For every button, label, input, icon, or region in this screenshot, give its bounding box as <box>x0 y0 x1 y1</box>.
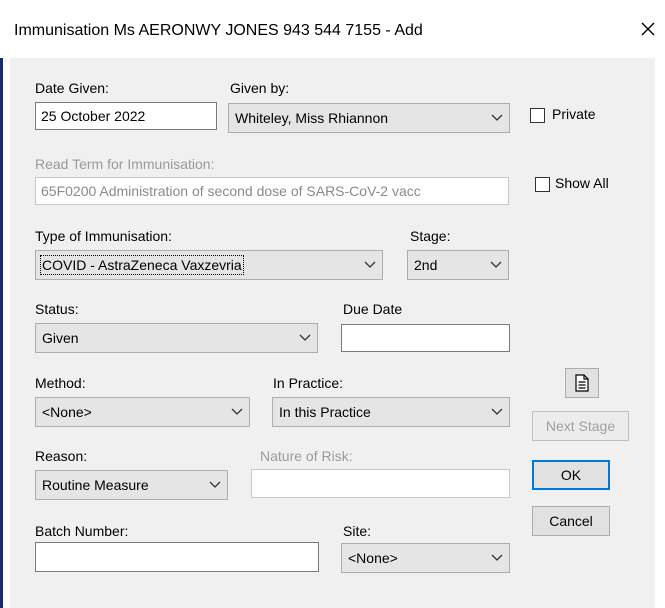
in-practice-label: In Practice: <box>273 375 344 391</box>
window-accent-border <box>0 0 3 608</box>
chevron-down-icon <box>485 398 509 426</box>
show-all-checkbox[interactable] <box>535 177 550 192</box>
reason-label: Reason: <box>35 448 88 464</box>
chevron-down-icon <box>358 251 382 279</box>
chevron-down-icon <box>485 544 509 572</box>
type-of-immunisation-value: COVID - AstraZeneca Vaxzevria <box>40 255 244 275</box>
given-by-label: Given by: <box>230 80 290 96</box>
immunisation-add-dialog: Immunisation Ms AERONWY JONES 943 544 71… <box>0 0 665 608</box>
read-term-label: Read Term for Immunisation: <box>35 156 215 172</box>
reason-value: Routine Measure <box>42 477 149 493</box>
show-all-label: Show All <box>555 175 609 191</box>
type-of-immunisation-label: Type of Immunisation: <box>35 228 172 244</box>
chevron-down-icon <box>293 324 317 352</box>
site-value: <None> <box>348 550 398 566</box>
private-label: Private <box>552 106 596 122</box>
site-select[interactable]: <None> <box>341 543 510 573</box>
date-given-input[interactable]: 25 October 2022 <box>35 102 217 130</box>
stage-select[interactable]: 2nd <box>407 250 509 280</box>
nature-of-risk-input <box>251 469 510 498</box>
chevron-down-icon <box>203 471 227 499</box>
reason-select[interactable]: Routine Measure <box>35 470 228 500</box>
given-by-select[interactable]: Whiteley, Miss Rhiannon <box>228 103 510 133</box>
ok-button[interactable]: OK <box>532 460 610 490</box>
batch-number-input[interactable] <box>35 542 319 572</box>
private-checkbox[interactable] <box>530 108 545 123</box>
date-given-label: Date Given: <box>35 80 109 96</box>
next-stage-button[interactable]: Next Stage <box>532 411 629 441</box>
cancel-button[interactable]: Cancel <box>532 506 610 536</box>
in-practice-select[interactable]: In this Practice <box>272 397 510 427</box>
site-label: Site: <box>343 523 372 539</box>
status-value: Given <box>42 330 79 346</box>
stage-value: 2nd <box>414 257 438 273</box>
document-button[interactable] <box>565 368 599 398</box>
title-bar[interactable]: Immunisation Ms AERONWY JONES 943 544 71… <box>0 0 665 58</box>
chevron-down-icon <box>225 398 249 426</box>
dialog-body: Date Given: 25 October 2022 Given by: Wh… <box>10 58 655 608</box>
method-value: <None> <box>42 404 92 420</box>
method-label: Method: <box>35 375 86 391</box>
given-by-value: Whiteley, Miss Rhiannon <box>235 110 389 126</box>
chevron-down-icon <box>484 251 508 279</box>
status-label: Status: <box>35 301 79 317</box>
due-date-label: Due Date <box>343 301 403 317</box>
read-term-input: 65F0200 Administration of second dose of… <box>35 177 509 205</box>
in-practice-value: In this Practice <box>279 404 371 420</box>
close-icon <box>641 22 655 36</box>
status-select[interactable]: Given <box>35 323 318 353</box>
due-date-input[interactable] <box>341 324 510 352</box>
window-title: Immunisation Ms AERONWY JONES 943 544 71… <box>14 22 423 39</box>
close-button[interactable] <box>635 16 661 42</box>
method-select[interactable]: <None> <box>35 397 250 427</box>
nature-of-risk-label: Nature of Risk: <box>260 448 353 464</box>
document-icon <box>575 374 589 392</box>
batch-number-label: Batch Number: <box>35 523 129 539</box>
type-of-immunisation-select[interactable]: COVID - AstraZeneca Vaxzevria <box>35 250 383 280</box>
stage-label: Stage: <box>410 228 451 244</box>
chevron-down-icon <box>485 104 509 132</box>
